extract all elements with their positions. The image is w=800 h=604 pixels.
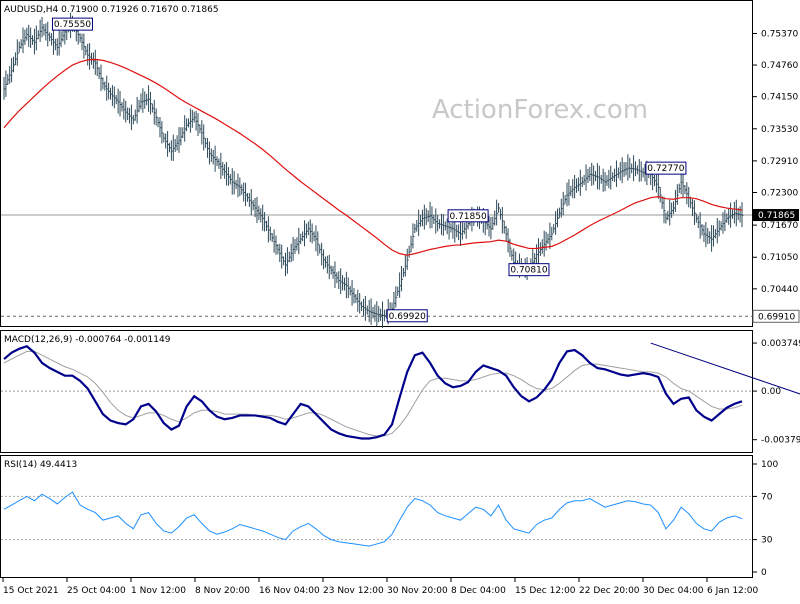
rsi-y-tick-label: 0	[761, 568, 767, 578]
x-tick-label: 16 Nov 04:00	[259, 586, 320, 596]
price-annotation: 0.72770	[647, 164, 684, 174]
y-tick-label: 0.75370	[761, 29, 798, 39]
forex-chart: ActionForex.com AUDUSD,H4 0.71900 0.7192…	[0, 0, 800, 600]
x-tick-label: 8 Dec 04:00	[451, 586, 506, 596]
watermark: ActionForex.com	[432, 95, 648, 125]
price-annotation: 0.70810	[510, 266, 547, 276]
time-axis: 15 Oct 2021 25 Oct 04:00 1 Nov 12:00 8 Nov …	[3, 578, 759, 596]
price-bars	[4, 13, 744, 328]
rsi-panel-title: RSI(14) 49.4413	[4, 460, 77, 470]
y-tick-label: 0.73530	[761, 125, 798, 135]
rsi-panel: RSI(14) 49.4413 100 70 30 0	[1, 456, 779, 579]
current-price-label: 0.71865	[758, 211, 795, 221]
rsi-y-tick-label: 30	[761, 536, 773, 546]
y-tick-label: 0.71670	[761, 221, 798, 231]
y-tick-label: 0.72910	[761, 157, 798, 167]
macd-panel-title: MACD(12,26,9) -0.000764 -0.001149	[4, 335, 171, 345]
x-tick-label: 6 Jan 12:00	[707, 586, 759, 596]
x-tick-label: 15 Dec 12:00	[515, 586, 576, 596]
macd-y-tick-label: 0.00	[761, 387, 781, 397]
price-annotation: 0.69920	[389, 312, 426, 322]
macd-panel: MACD(12,26,9) -0.000764 -0.001149 0.0037…	[1, 331, 800, 453]
rsi-y-tick-label: 70	[761, 492, 773, 502]
macd-signal-line	[4, 351, 742, 436]
chart-canvas: ActionForex.com AUDUSD,H4 0.71900 0.7192…	[0, 0, 800, 600]
y-tick-label: 0.74150	[761, 93, 798, 103]
x-tick-label: 22 Dec 20:00	[579, 586, 640, 596]
y-tick-label: 0.71050	[761, 253, 798, 263]
price-annotation: 0.75550	[54, 20, 91, 30]
y-tick-label: 0.74760	[761, 61, 798, 71]
price-annotation: 0.71850	[449, 212, 486, 222]
macd-main-line	[4, 346, 742, 438]
x-tick-label: 8 Nov 20:00	[195, 586, 250, 596]
macd-y-tick-label: 0.003749	[761, 339, 800, 349]
x-tick-label: 30 Nov 20:00	[387, 586, 448, 596]
rsi-y-tick-label: 100	[761, 460, 778, 470]
rsi-panel-frame	[1, 456, 753, 578]
x-tick-label: 23 Nov 12:00	[323, 586, 384, 596]
x-tick-label: 1 Nov 12:00	[131, 586, 186, 596]
macd-y-tick-label: -0.003796	[761, 436, 800, 446]
rsi-line	[4, 492, 742, 546]
x-tick-label: 25 Oct 04:00	[67, 586, 126, 596]
x-tick-label: 15 Oct 2021	[3, 586, 59, 596]
y-tick-label: 0.70440	[761, 285, 798, 295]
x-tick-label: 30 Dec 04:00	[643, 586, 704, 596]
price-panel: AUDUSD,H4 0.71900 0.71926 0.71670 0.7186…	[1, 1, 800, 328]
support-level-label: 0.69910	[758, 312, 795, 322]
y-tick-label: 0.72300	[761, 188, 798, 198]
price-panel-title: AUDUSD,H4 0.71900 0.71926 0.71670 0.7186…	[4, 5, 219, 15]
watermark-text: ActionForex.com	[432, 95, 648, 125]
